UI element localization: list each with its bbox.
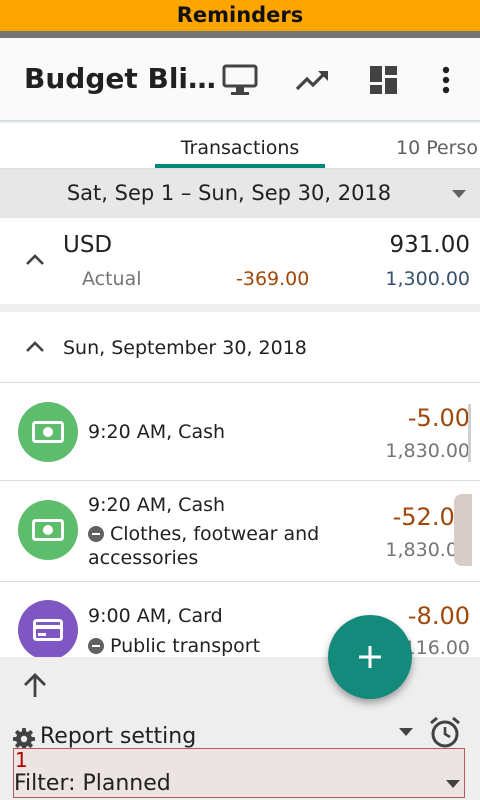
row-edge-marker [468,404,471,462]
dropdown-arrow-icon[interactable] [399,728,413,736]
transaction-balance: 1,830.00 [385,440,470,462]
cash-avatar [18,500,78,560]
transaction-amount: -8.00 [407,602,470,630]
currency-total: 931.00 [389,232,470,258]
actual-value: -369.00 [236,268,310,290]
cash-icon [32,421,64,443]
planned-value: 1,300.00 [385,268,470,290]
more-options-button[interactable] [426,60,466,100]
category-label: Public transport [110,635,261,657]
minus-circle-icon [88,526,104,542]
filter-label: Filter: Planned [14,771,171,796]
dashboard-icon [370,66,397,94]
transaction-title: 9:20 AM, Cash [88,421,226,443]
tab-transactions[interactable]: Transactions [155,124,325,168]
card-icon [33,619,63,641]
chevron-up-icon[interactable] [24,339,46,353]
day-header-label: Sun, September 30, 2018 [63,337,307,359]
cash-icon [32,519,64,541]
actual-label: Actual [82,268,142,290]
chevron-up-icon[interactable] [24,252,46,266]
tab-persons[interactable]: 10 Perso [396,124,478,168]
report-setting-label[interactable]: Report setting [40,724,196,749]
app-title: Budget Bli… [24,62,217,95]
transaction-amount: -5.00 [407,404,470,432]
filter-count: 1 [15,748,28,772]
transaction-title: 9:00 AM, Card [88,605,223,627]
transaction-balance: 116.00 [403,637,470,659]
transaction-title: 9:20 AM, Cash [88,494,226,516]
trending-up-icon [295,71,328,91]
currency-code: USD [63,232,113,258]
date-range-label: Sat, Sep 1 – Sun, Sep 30, 2018 [66,181,392,205]
dropdown-arrow-icon [446,780,460,788]
minus-circle-icon [88,638,104,654]
scroll-thumb[interactable] [454,494,472,566]
banner-stripe [0,31,480,38]
alarm-clock-icon[interactable] [428,715,462,749]
dropdown-arrow-icon [452,190,466,198]
more-vert-icon [442,66,450,94]
category-label: Clothes, footwear and accessories [88,523,320,569]
card-avatar [18,600,78,660]
section-gap [0,304,480,312]
monitor-icon [222,64,258,95]
cash-avatar [18,402,78,462]
trend-button[interactable] [292,60,332,100]
reminders-banner[interactable]: Reminders [0,0,480,31]
dashboard-button[interactable] [364,60,404,100]
currency-summary-card[interactable] [0,218,480,304]
reminders-banner-title: Reminders [176,3,304,27]
transaction-category: Clothes, footwear and accessories [88,522,348,570]
arrow-up-icon[interactable] [20,670,50,700]
monitor-button[interactable] [220,60,260,100]
add-transaction-button[interactable] [328,615,412,699]
transaction-category: Public transport [88,634,260,658]
plus-icon [359,646,381,668]
